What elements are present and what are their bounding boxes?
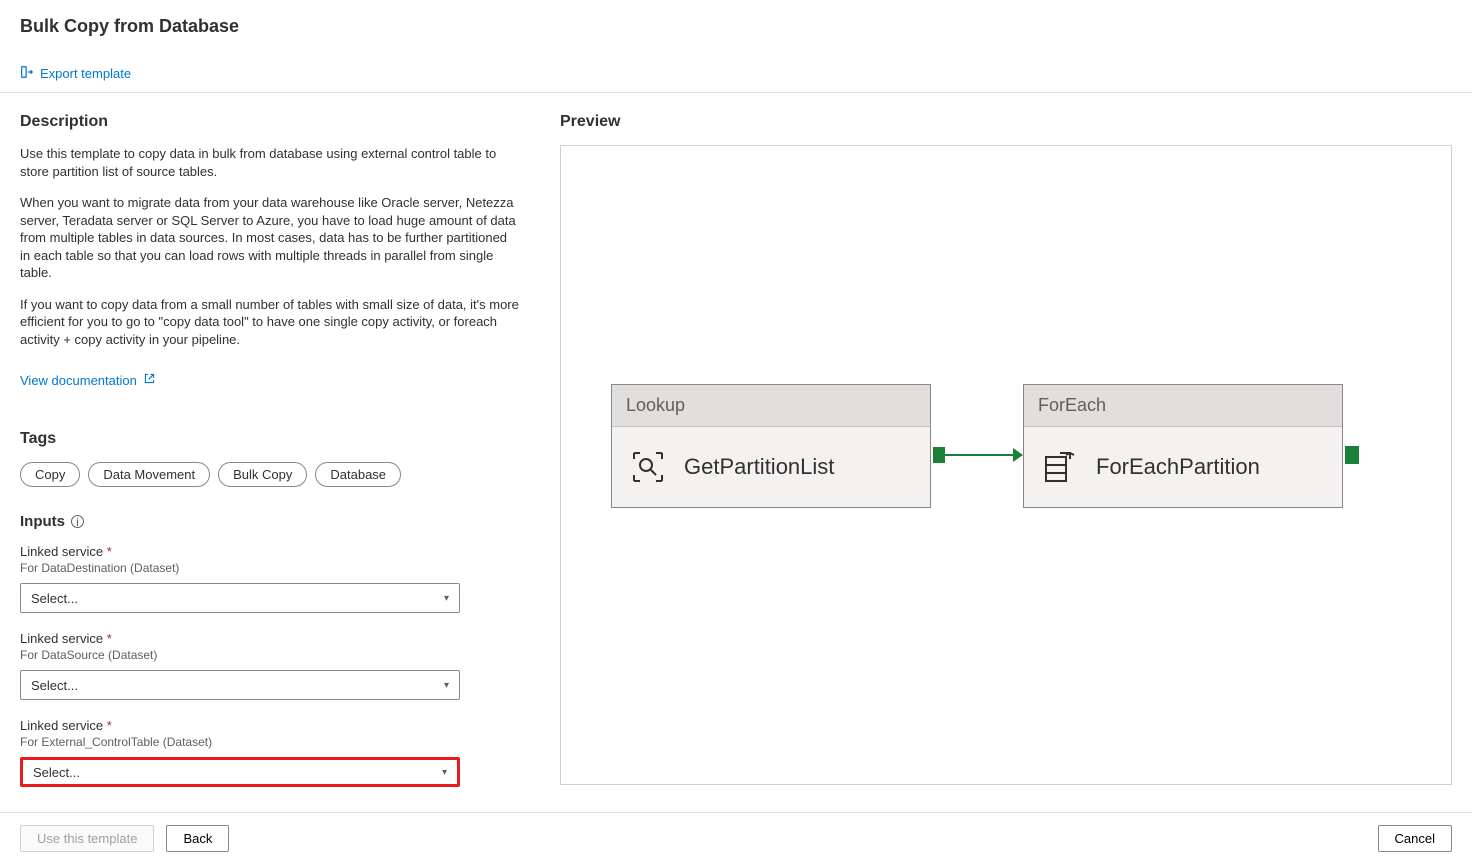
- input-group-datasource: Linked service * For DataSource (Dataset…: [20, 631, 520, 700]
- tag-bulk-copy[interactable]: Bulk Copy: [218, 462, 307, 487]
- select-placeholder: Select...: [33, 765, 80, 780]
- input-group-externalcontroltable: Linked service * For External_ControlTab…: [20, 718, 520, 787]
- preview-heading: Preview: [560, 113, 1452, 131]
- inputs-heading-label: Inputs: [20, 513, 65, 530]
- right-panel: Preview Lookup GetParti: [560, 113, 1452, 805]
- back-button[interactable]: Back: [166, 825, 229, 852]
- tags-row: Copy Data Movement Bulk Copy Database: [20, 462, 520, 487]
- doc-link-label: View documentation: [20, 373, 137, 388]
- description-para2: When you want to migrate data from your …: [20, 194, 520, 282]
- export-template-link[interactable]: Export template: [20, 65, 131, 82]
- activity-type-label: ForEach: [1024, 385, 1342, 427]
- use-this-template-button: Use this template: [20, 825, 154, 852]
- linked-service-select-externalcontroltable[interactable]: Select... ▾: [20, 757, 460, 787]
- info-icon[interactable]: i: [71, 515, 84, 528]
- input-group-datadestination: Linked service * For DataDestination (Da…: [20, 544, 520, 613]
- activity-name: ForEachPartition: [1096, 454, 1260, 480]
- chevron-down-icon: ▾: [444, 593, 449, 604]
- input-sublabel: For DataSource (Dataset): [20, 648, 520, 662]
- activity-lookup[interactable]: Lookup GetPartitionList: [611, 384, 931, 508]
- activity-connector: [933, 452, 1023, 458]
- inputs-heading: Inputs i: [20, 513, 520, 530]
- select-placeholder: Select...: [31, 678, 78, 693]
- view-documentation-link[interactable]: View documentation: [20, 372, 156, 388]
- description-para1: Use this template to copy data in bulk f…: [20, 145, 520, 180]
- connector-end: [1345, 446, 1359, 464]
- page-title: Bulk Copy from Database: [0, 0, 1472, 41]
- tags-heading: Tags: [20, 430, 520, 448]
- activity-type-label: Lookup: [612, 385, 930, 427]
- external-link-icon: [143, 372, 156, 388]
- input-sublabel: For External_ControlTable (Dataset): [20, 735, 520, 749]
- input-label: Linked service *: [20, 631, 520, 646]
- tag-database[interactable]: Database: [315, 462, 401, 487]
- linked-service-select-datadestination[interactable]: Select... ▾: [20, 583, 460, 613]
- cancel-button[interactable]: Cancel: [1378, 825, 1452, 852]
- activity-foreach[interactable]: ForEach ForEachPartition: [1023, 384, 1343, 508]
- toolbar: Export template: [0, 41, 1472, 93]
- preview-canvas[interactable]: Lookup GetPartitionList: [560, 145, 1452, 785]
- select-placeholder: Select...: [31, 591, 78, 606]
- input-label: Linked service *: [20, 718, 520, 733]
- footer: Use this template Back Cancel: [0, 812, 1472, 864]
- description-para3: If you want to copy data from a small nu…: [20, 296, 520, 349]
- chevron-down-icon: ▾: [444, 680, 449, 691]
- foreach-icon: [1042, 449, 1078, 485]
- input-sublabel: For DataDestination (Dataset): [20, 561, 520, 575]
- lookup-icon: [630, 449, 666, 485]
- tag-copy[interactable]: Copy: [20, 462, 80, 487]
- input-label: Linked service *: [20, 544, 520, 559]
- activity-name: GetPartitionList: [684, 454, 834, 480]
- export-icon: [20, 65, 34, 82]
- linked-service-select-datasource[interactable]: Select... ▾: [20, 670, 460, 700]
- chevron-down-icon: ▾: [442, 767, 447, 778]
- tag-data-movement[interactable]: Data Movement: [88, 462, 210, 487]
- left-panel: Description Use this template to copy da…: [20, 113, 520, 805]
- export-template-label: Export template: [40, 66, 131, 81]
- description-heading: Description: [20, 113, 520, 131]
